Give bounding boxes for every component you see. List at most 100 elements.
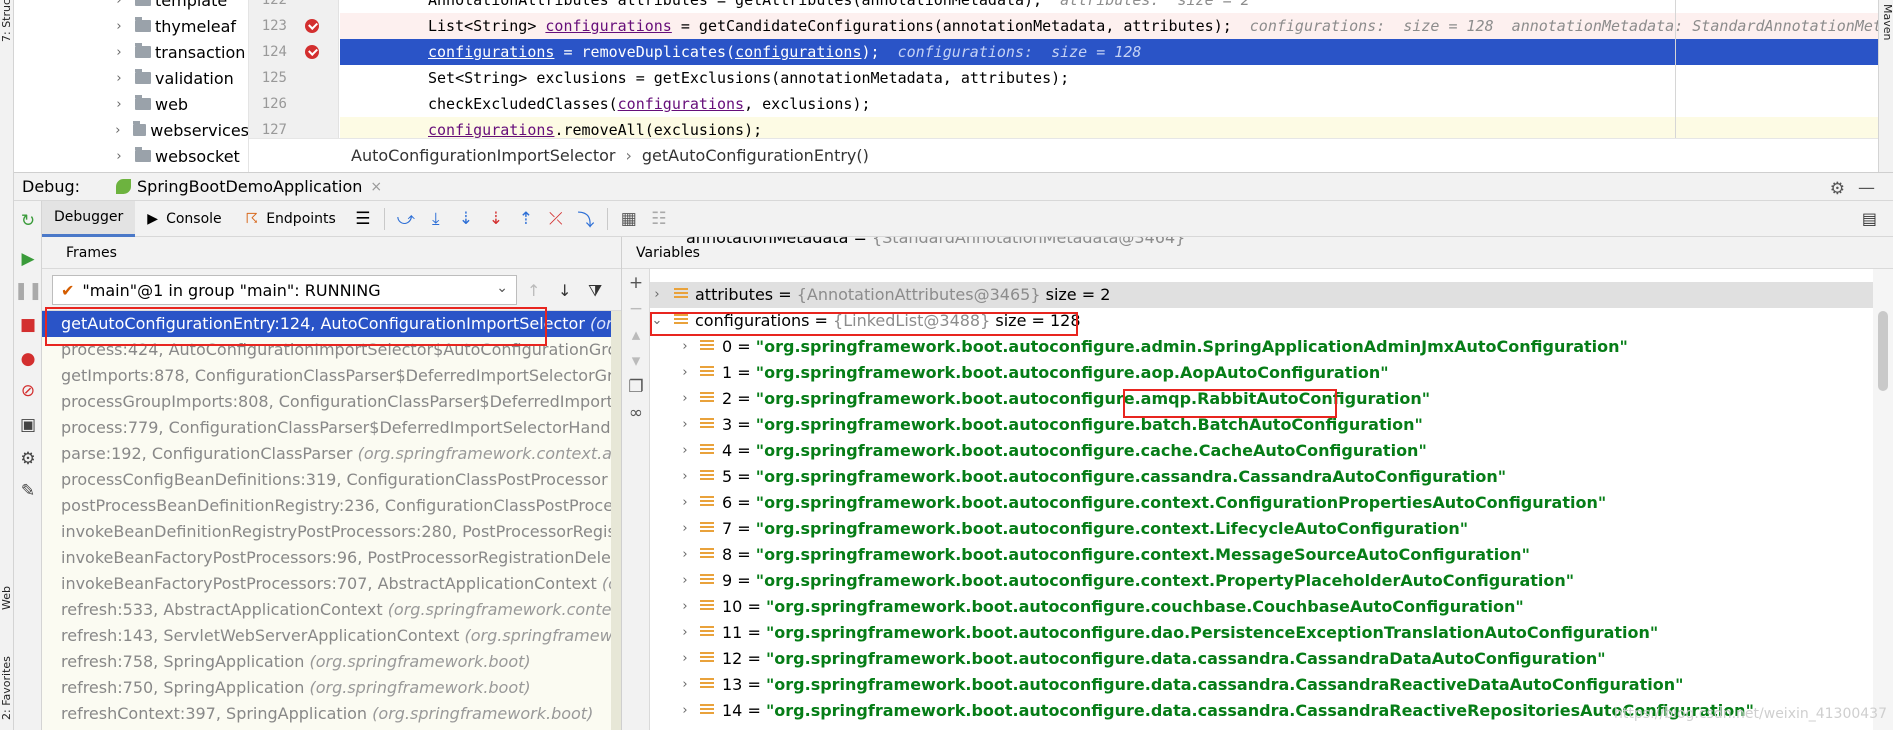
variable-item-row[interactable]: › 3 = "org.springframework.boot.autoconfi… [650,412,1873,438]
layout-settings-icon[interactable]: ▤ [1862,209,1877,228]
step-out-icon[interactable]: ⇡ [511,209,541,229]
close-icon[interactable]: × [370,179,382,195]
code-line-126[interactable]: checkExcludedClasses(configurations, exc… [340,91,1893,117]
code-line-125[interactable]: Set<String> exclusions = getExclusions(a… [340,65,1893,91]
variable-item-row[interactable]: › 0 = "org.springframework.boot.autoconfi… [650,334,1873,360]
force-step-into-icon[interactable]: ⇣ [481,209,511,229]
frame-row[interactable]: invokeBeanFactoryPostProcessors:707, Abs… [42,571,621,597]
settings-icon[interactable]: ⚙ [14,449,42,469]
variable-row-configurations[interactable]: ⌄ configurations = {LinkedList@3488} siz… [650,308,1873,334]
remove-watch-icon[interactable]: − [622,299,650,319]
gear-icon[interactable]: ⚙ [1830,179,1845,199]
pin-icon[interactable]: ✎ [14,481,42,501]
chevron-right-icon[interactable]: › [112,123,124,138]
show-execution-point-icon[interactable]: ⤻ [391,209,421,229]
run-to-cursor-icon[interactable]: ⤵ [571,206,601,231]
variable-item-row[interactable]: › 9 = "org.springframework.boot.autoconfi… [650,568,1873,594]
web-tool-tab[interactable]: Web [0,568,14,610]
filter-icon[interactable]: ⧩ [588,281,602,301]
camera-icon[interactable]: ▣ [14,415,42,435]
chevron-right-icon[interactable]: › [678,516,692,542]
minimize-icon[interactable]: — [1858,178,1875,198]
thread-select[interactable]: ✔ "main"@1 in group "main": RUNNING ⌄ [52,275,517,305]
evaluate-expression-icon[interactable]: ▦ [614,209,644,229]
move-down-icon[interactable]: ▾ [622,351,650,371]
frame-row[interactable]: postProcessBeanDefinitionRegistry:236, C… [42,493,621,519]
variable-item-row[interactable]: › 10 = "org.springframework.boot.autoconf… [650,594,1873,620]
variable-item-row[interactable]: › 11 = "org.springframework.boot.autoconf… [650,620,1873,646]
pause-icon[interactable]: ❚❚ [14,281,43,301]
frame-row[interactable]: refresh:750, SpringApplication (org.spri… [42,675,621,701]
frame-row[interactable]: refreshContext:397, SpringApplication (o… [42,701,621,727]
chevron-right-icon[interactable]: › [112,19,126,34]
variable-item-row[interactable]: › 5 = "org.springframework.boot.autoconfi… [650,464,1873,490]
chevron-right-icon[interactable]: › [678,542,692,568]
breakpoint-icon[interactable] [305,45,319,59]
chevron-right-icon[interactable]: › [678,360,692,386]
step-over-icon[interactable]: ⤓ [421,209,451,229]
tree-item[interactable]: › webservices [14,117,248,143]
frame-row[interactable]: getAutoConfigurationEntry:124, AutoConfi… [42,311,621,337]
tree-item[interactable]: › web [14,91,248,117]
code-line-122[interactable]: AnnotationAttributes attributes = getAtt… [340,0,1893,13]
frame-row[interactable]: invokeBeanFactoryPostProcessors:96, Post… [42,545,621,571]
chevron-right-icon[interactable]: › [678,646,692,672]
chevron-right-icon[interactable]: › [650,282,664,308]
view-breakpoints-icon[interactable]: ● [14,349,42,369]
menu-icon[interactable]: ☰ [348,209,378,229]
breadcrumb-class[interactable]: AutoConfigurationImportSelector [351,146,615,165]
chevron-right-icon[interactable]: › [678,386,692,412]
tab-debugger[interactable]: Debugger [42,200,136,237]
editor-gutter[interactable]: 122 123 124 125 126 127 [249,0,339,138]
chevron-right-icon[interactable]: › [678,412,692,438]
chevron-down-icon[interactable]: ⌄ [650,308,664,334]
mute-breakpoints-icon[interactable]: ⊘ [14,381,42,401]
maven-tool-tab[interactable]: Maven [1880,4,1893,44]
run-config-tab[interactable]: SpringBootDemoApplication × [116,177,382,196]
resume-icon[interactable]: ▶ [14,249,42,269]
variable-item-row[interactable]: › 6 = "org.springframework.boot.autoconfi… [650,490,1873,516]
chevron-right-icon[interactable]: › [678,620,692,646]
frame-row[interactable]: parse:192, ConfigurationClassParser (org… [42,441,621,467]
step-into-icon[interactable]: ⇣ [451,209,481,229]
frame-row[interactable]: getImports:878, ConfigurationClassParser… [42,363,621,389]
variable-item-row[interactable]: › 8 = "org.springframework.boot.autoconfi… [650,542,1873,568]
trace-icon[interactable]: ☷ [644,209,674,229]
chevron-right-icon[interactable]: › [678,490,692,516]
frame-row[interactable]: refresh:143, ServletWebServerApplication… [42,623,621,649]
code-line-123[interactable]: List<String> configurations = getCandida… [340,13,1893,39]
arrow-down-icon[interactable]: ↓ [558,281,571,300]
variables-scrollbar[interactable] [1873,269,1893,730]
scroll-thumb[interactable] [1878,311,1888,391]
rerun-icon[interactable]: ↻ [14,211,42,231]
chevron-right-icon[interactable]: › [678,464,692,490]
tree-item[interactable]: › validation [14,65,248,91]
stop-icon[interactable]: ■ [14,315,42,335]
frame-row[interactable]: process:424, AutoConfigurationImportSele… [42,337,621,363]
chevron-right-icon[interactable]: › [678,594,692,620]
move-up-icon[interactable]: ▴ [622,325,650,345]
tab-console[interactable]: ▶ Console [135,201,233,237]
chevron-right-icon[interactable]: › [678,334,692,360]
frames-scrollbar[interactable] [611,311,621,730]
variable-item-row[interactable]: › 7 = "org.springframework.boot.autoconfi… [650,516,1873,542]
tab-endpoints[interactable]: ☈ Endpoints [234,201,348,237]
variable-item-row[interactable]: › 2 = "org.springframework.boot.autoconfi… [650,386,1873,412]
chevron-right-icon[interactable]: › [112,149,126,164]
chevron-right-icon[interactable]: › [112,45,126,60]
arrow-up-icon[interactable]: ↑ [527,281,540,300]
frame-row[interactable]: process:779, ConfigurationClassParser$De… [42,415,621,441]
chevron-right-icon[interactable]: › [678,568,692,594]
tree-item[interactable]: › template [14,0,248,13]
variable-item-row[interactable]: › 4 = "org.springframework.boot.autoconfi… [650,438,1873,464]
breakpoint-icon[interactable] [305,19,319,33]
variable-item-row[interactable]: › 13 = "org.springframework.boot.autoconf… [650,672,1873,698]
code-editor[interactable]: 122 123 124 125 126 127 AnnotationAttrib… [249,0,1893,172]
variable-row-attributes[interactable]: › attributes = {AnnotationAttributes@346… [650,282,1873,308]
tree-item[interactable]: › websocket [14,143,248,169]
frame-row[interactable]: processGroupImports:808, ConfigurationCl… [42,389,621,415]
favorites-tool-tab[interactable]: 2: Favorites [0,640,14,720]
chevron-right-icon[interactable]: › [112,0,126,8]
glasses-icon[interactable]: ∞ [622,403,650,423]
variable-item-row[interactable]: › 1 = "org.springframework.boot.autoconfi… [650,360,1873,386]
